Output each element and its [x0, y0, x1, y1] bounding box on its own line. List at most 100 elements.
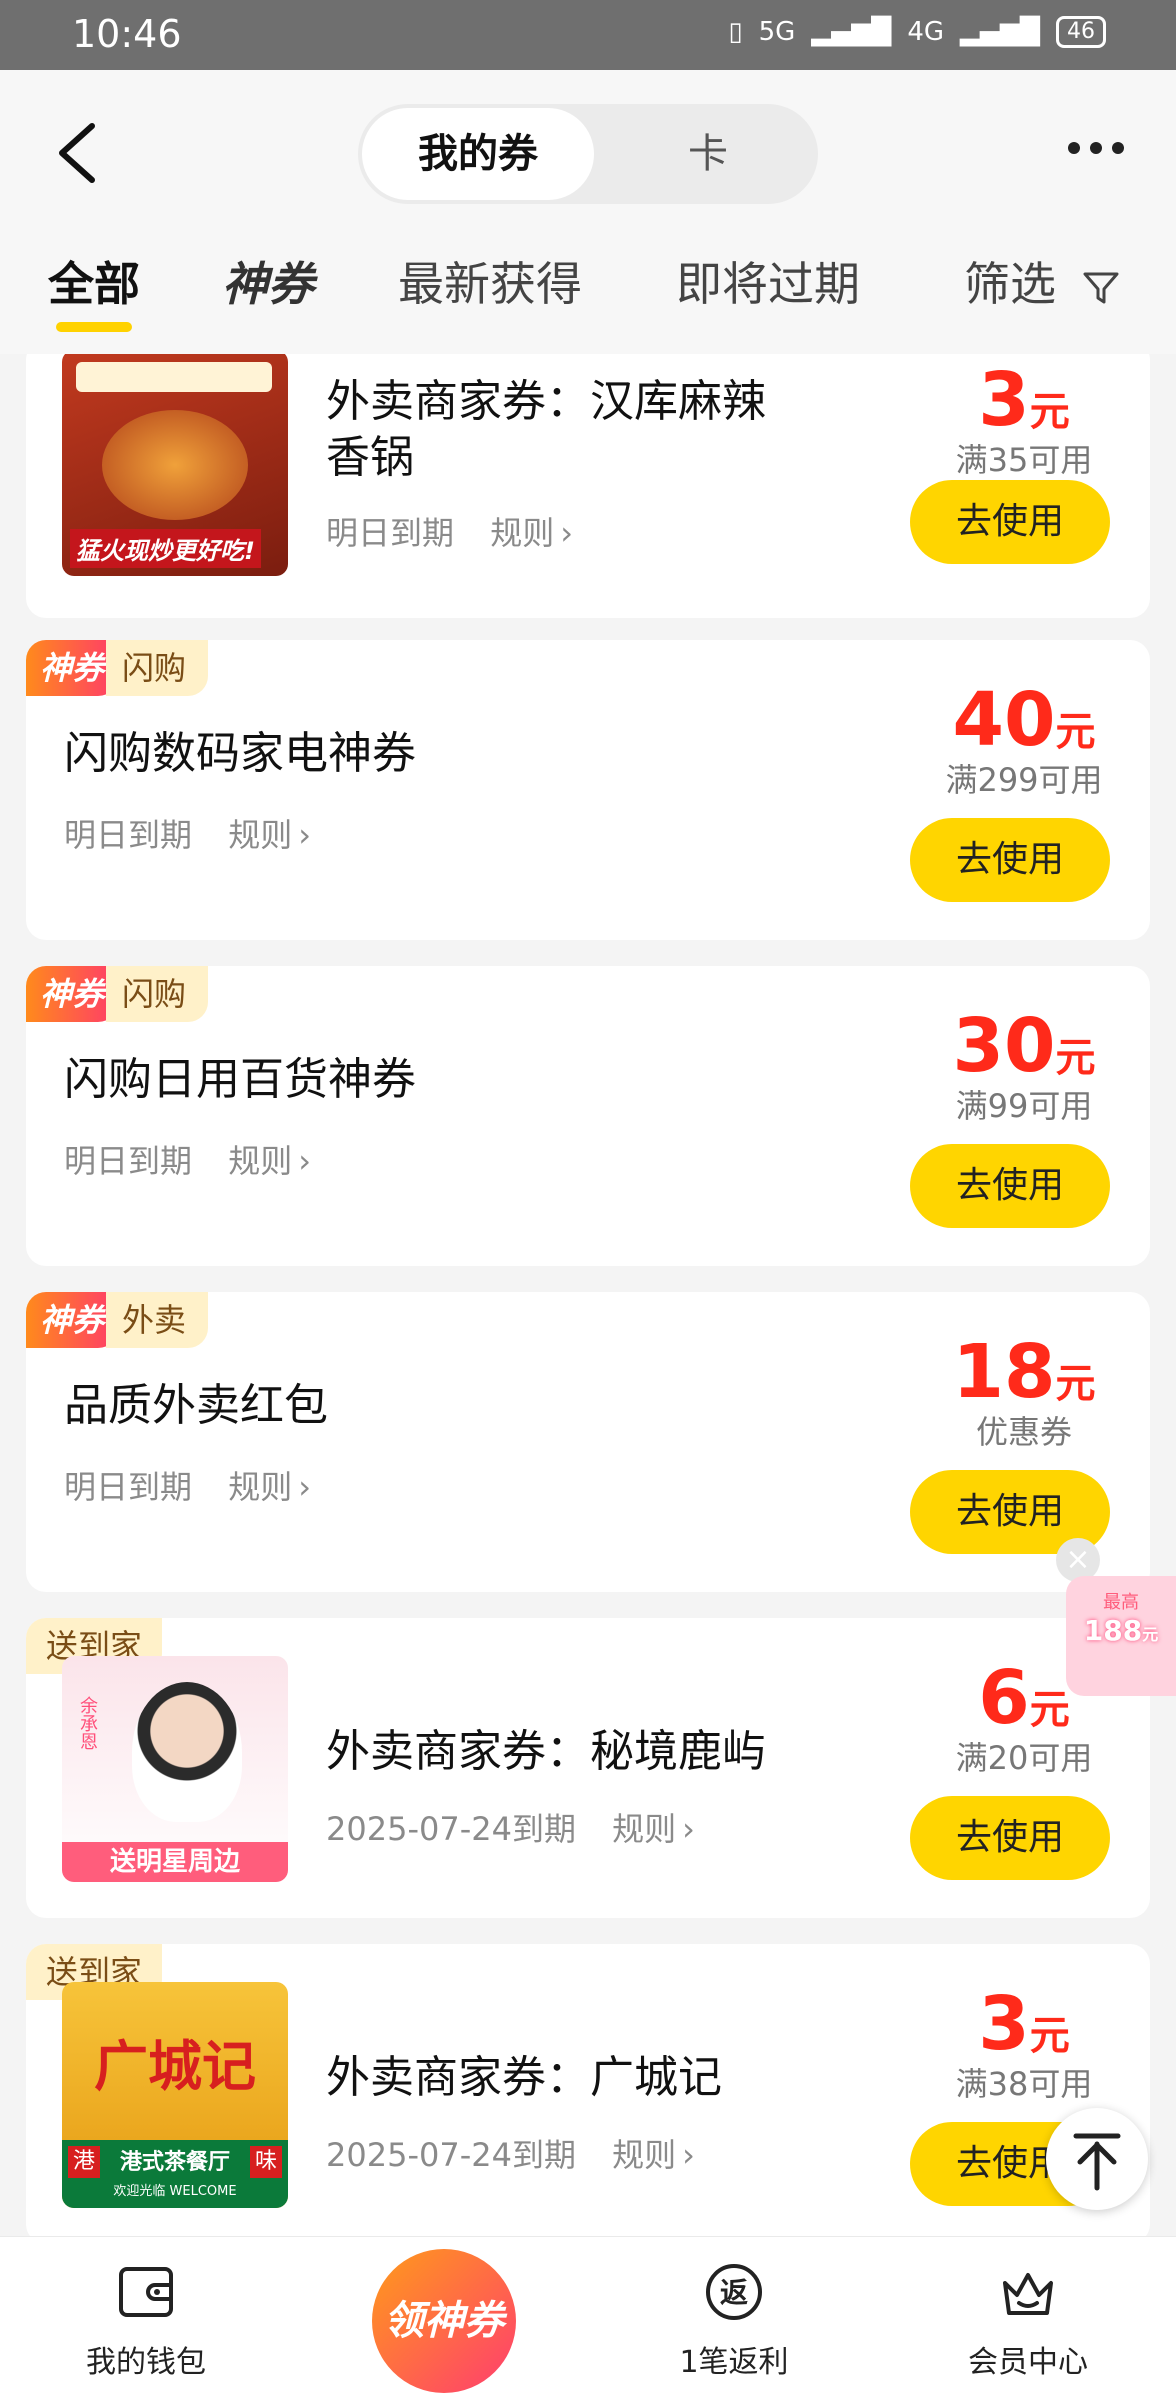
coupon-title-line: 香锅 — [326, 432, 414, 483]
coupon-meta: 明日到期 规则 › — [64, 810, 311, 856]
nav-member-center[interactable]: 会员中心 — [928, 2261, 1128, 2381]
thumbnail-left-char: 港 — [68, 2146, 100, 2178]
expiry-text: 明日到期 — [326, 514, 455, 552]
status-time: 10:46 — [72, 12, 182, 56]
signal-4g-label: 4G — [907, 17, 945, 47]
coupon-card[interactable]: 神券 闪购 闪购数码家电神券 明日到期 规则 › 40元 满299可用 去使用 — [26, 640, 1150, 940]
filter-tab-expiring-label: 即将过期 — [676, 257, 860, 311]
signal-icon: ▂▄▆█ — [811, 17, 892, 47]
chevron-right-icon: › — [298, 816, 311, 854]
filter-tab-all[interactable]: 全部 — [48, 248, 140, 332]
chevron-right-icon: › — [682, 2136, 695, 2174]
use-button[interactable]: 去使用 — [910, 480, 1110, 564]
coupon-card[interactable]: 猛火现炒更好吃! 外卖商家券：汉库麻辣 香锅 明日到期 规则 › 3元 满35可用… — [26, 354, 1150, 618]
wallet-icon — [119, 2267, 173, 2317]
coupon-title: 外卖商家券：汉库麻辣 香锅 — [326, 374, 766, 486]
coupon-meta: 明日到期 规则 › — [326, 508, 573, 554]
amount-unit: 元 — [1029, 1687, 1070, 1733]
filter-tab-newest[interactable]: 最新获得 — [398, 248, 582, 314]
expiry-text: 明日到期 — [64, 816, 193, 854]
amount-condition: 满20可用 — [955, 1739, 1093, 1777]
floating-coupon-ad[interactable]: 最高 188元 — [1066, 1576, 1176, 1696]
rebate-icon-char: 返 — [720, 2276, 748, 2309]
coupon-card[interactable]: 神券 外卖 品质外卖红包 明日到期 规则 › 18元 优惠券 去使用 — [26, 1292, 1150, 1592]
amount-unit: 元 — [1029, 2013, 1070, 2059]
expiry-text: 2025-07-24到期 — [326, 2136, 576, 2174]
coupon-meta: 明日到期 规则 › — [64, 1136, 311, 1182]
vibrate-icon: ▯ — [728, 17, 743, 47]
use-button[interactable]: 去使用 — [910, 1144, 1110, 1228]
nav-get-shenquan[interactable]: 领神券 — [372, 2249, 516, 2393]
tab-card[interactable]: 卡 — [608, 108, 808, 200]
coupon-title: 外卖商家券：秘境鹿屿 — [326, 1726, 766, 1777]
filter-button[interactable]: 筛选 — [964, 248, 1121, 314]
expiry-text: 2025-07-24到期 — [326, 1810, 576, 1848]
coupon-badges: 神券 闪购 — [26, 966, 209, 1022]
rule-link[interactable]: 规则 — [490, 514, 554, 552]
back-to-top-button[interactable] — [1046, 2108, 1148, 2210]
rule-link[interactable]: 规则 — [612, 1810, 676, 1848]
nav-wallet[interactable]: 我的钱包 — [46, 2261, 246, 2381]
rule-link[interactable]: 规则 — [228, 1142, 292, 1180]
coupon-card-toggle: 我的券 卡 — [358, 104, 818, 204]
coupon-badges: 神券 闪购 — [26, 640, 209, 696]
thumbnail-welcome: 欢迎光临 WELCOME — [113, 2184, 237, 2199]
amount-condition: 优惠券 — [975, 1413, 1072, 1451]
floating-ad-label: 最高 — [1103, 1592, 1139, 1613]
rule-link[interactable]: 规则 — [612, 2136, 676, 2174]
dot-icon — [1068, 142, 1080, 154]
chevron-right-icon: › — [298, 1468, 311, 1506]
filter-tab-expiring[interactable]: 即将过期 — [676, 248, 860, 314]
celebrity-name: 余承恩 — [77, 1696, 98, 1750]
amount-value: 40 — [952, 677, 1056, 763]
amount-unit: 元 — [1029, 389, 1070, 435]
category-badge: 闪购 — [106, 966, 209, 1022]
brand-strip — [76, 362, 272, 392]
tab-my-coupons[interactable]: 我的券 — [362, 108, 594, 200]
thumbnail-slogan: 送明星周边 — [62, 1842, 288, 1882]
coupon-thumbnail: 广城记 港 港式茶餐厅 味 欢迎光临 WELCOME — [62, 1982, 288, 2208]
crown-icon — [1003, 2273, 1053, 2315]
use-button[interactable]: 去使用 — [910, 1796, 1110, 1880]
coupon-card[interactable]: 神券 闪购 闪购日用百货神券 明日到期 规则 › 30元 满99可用 去使用 — [26, 966, 1150, 1266]
filter-tab-all-label: 全部 — [48, 257, 140, 311]
nav-wallet-label: 我的钱包 — [86, 2345, 206, 2380]
active-tab-indicator — [56, 322, 132, 332]
category-badge: 外卖 — [106, 1292, 209, 1348]
coupon-title-line: 外卖商家券：汉库麻辣 — [326, 376, 766, 427]
status-bar: 10:46 ▯ 5G ▂▄▆█ 4G ▂▄▆█ 46 — [0, 0, 1176, 70]
shenquan-badge: 神券 — [26, 1292, 119, 1348]
expiry-text: 明日到期 — [64, 1468, 193, 1506]
bottom-navigation: 我的钱包 领神券 返 1笔返利 会员中心 — [0, 2236, 1176, 2400]
floating-ad-unit: 元 — [1142, 1625, 1159, 1644]
coupon-card[interactable]: 送到家 余承恩 送明星周边 外卖商家券：秘境鹿屿 2025-07-24到期 规则… — [26, 1618, 1150, 1918]
coupon-card[interactable]: 送到家 广城记 港 港式茶餐厅 味 欢迎光临 WELCOME 外卖商家券：广城记… — [26, 1944, 1150, 2236]
more-options-button[interactable] — [1068, 142, 1124, 154]
filter-tab-newest-label: 最新获得 — [398, 257, 582, 311]
amount-condition: 满299可用 — [945, 761, 1103, 799]
back-button[interactable] — [48, 118, 108, 188]
rule-link[interactable]: 规则 — [228, 1468, 292, 1506]
amount-unit: 元 — [1055, 709, 1096, 755]
shenquan-badge: 神券 — [26, 966, 119, 1022]
back-arrow-icon — [59, 123, 95, 183]
floating-ad-amount: 188 — [1083, 1614, 1143, 1647]
signal-5g-label: 5G — [758, 17, 796, 47]
amount-value: 30 — [952, 1003, 1056, 1089]
shenquan-badge: 神券 — [26, 640, 119, 696]
thumbnail-right-char: 味 — [250, 2146, 282, 2178]
amount-unit: 元 — [1055, 1035, 1096, 1081]
filter-tab-shenquan-label: 神券 — [222, 257, 314, 311]
dot-icon — [1112, 142, 1124, 154]
battery-icon: 46 — [1056, 16, 1106, 48]
amount-value: 3 — [978, 1981, 1030, 2067]
expiry-text: 明日到期 — [64, 1142, 193, 1180]
rule-link[interactable]: 规则 — [228, 816, 292, 854]
coupon-title: 闪购日用百货神券 — [64, 1054, 416, 1105]
chevron-right-icon: › — [682, 1810, 695, 1848]
use-button[interactable]: 去使用 — [910, 818, 1110, 902]
nav-rebate[interactable]: 返 1笔返利 — [634, 2261, 834, 2381]
filter-tab-shenquan[interactable]: 神券 — [222, 248, 314, 314]
filter-tabs: 全部 神券 最新获得 即将过期 筛选 — [0, 248, 1176, 338]
coupon-meta: 2025-07-24到期 规则 › — [326, 2130, 695, 2176]
